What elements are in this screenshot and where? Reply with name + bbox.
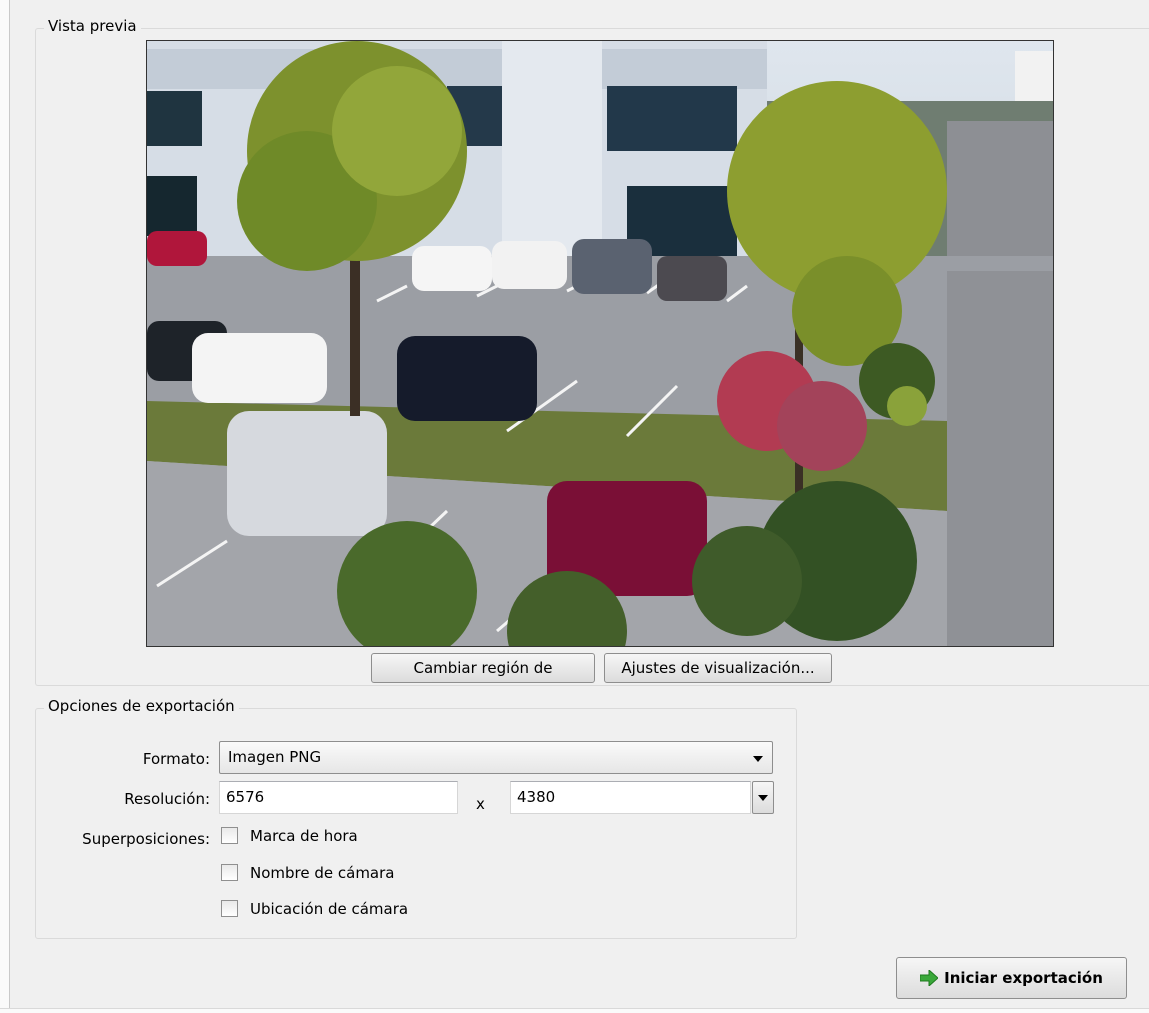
resolution-width-value: 6576 <box>226 788 265 806</box>
arrow-right-icon <box>920 970 939 986</box>
resolution-height-input[interactable]: 4380 <box>510 781 751 814</box>
preview-title: Vista previa <box>44 17 141 35</box>
chevron-down-icon <box>758 795 768 801</box>
start-export-button[interactable]: Iniciar exportación <box>896 957 1127 999</box>
format-select[interactable]: Imagen PNG <box>219 741 773 774</box>
camera-preview-image <box>146 40 1054 647</box>
camera-name-checkbox[interactable] <box>221 864 238 881</box>
resolution-dropdown-button[interactable] <box>752 781 774 814</box>
window-bottom-edge <box>0 1008 1149 1013</box>
change-region-button[interactable]: Cambiar región de <box>371 653 595 683</box>
start-export-label: Iniciar exportación <box>944 969 1103 987</box>
resolution-separator: x <box>476 795 485 813</box>
chevron-down-icon <box>753 756 763 762</box>
timestamp-checkbox-label[interactable]: Marca de hora <box>250 826 358 846</box>
resolution-height-value: 4380 <box>517 788 556 806</box>
timestamp-checkbox[interactable] <box>221 827 238 844</box>
camera-location-checkbox-label[interactable]: Ubicación de cámara <box>250 899 408 919</box>
resolution-width-input[interactable]: 6576 <box>219 781 458 814</box>
format-value: Imagen PNG <box>228 748 322 766</box>
overlays-label: Superposiciones: <box>82 830 210 848</box>
resolution-label: Resolución: <box>124 790 210 808</box>
display-settings-button[interactable]: Ajustes de visualización... <box>604 653 832 683</box>
export-options-title: Opciones de exportación <box>44 697 239 715</box>
window-left-edge <box>0 0 10 1012</box>
camera-location-checkbox[interactable] <box>221 900 238 917</box>
camera-name-checkbox-label[interactable]: Nombre de cámara <box>250 863 395 883</box>
format-label: Formato: <box>142 750 210 768</box>
